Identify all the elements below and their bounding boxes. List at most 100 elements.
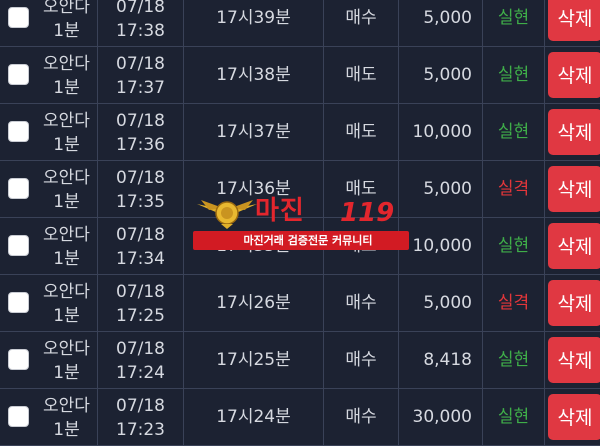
row-checkbox[interactable]	[8, 292, 29, 313]
round-label: 17시25분	[216, 350, 291, 370]
datetime-cell: 07/18 17:37	[98, 47, 184, 104]
row-checkbox[interactable]	[8, 406, 29, 427]
bet-time: 17:24	[116, 363, 165, 383]
delete-cell: 삭제	[545, 332, 600, 389]
game-name: 오안다	[43, 111, 90, 131]
game-name: 오안다	[43, 54, 90, 74]
amount-cell: 5,000	[399, 161, 483, 218]
game-interval: 1분	[53, 135, 80, 155]
pick-label: 매수	[345, 407, 377, 427]
game-cell: 오안다 1분	[36, 47, 98, 104]
delete-button[interactable]: 삭제	[548, 337, 600, 383]
round-label: 17시37분	[216, 122, 291, 142]
delete-button[interactable]: 삭제	[548, 0, 600, 41]
pick-cell: 매도	[324, 104, 399, 161]
game-name: 오안다	[43, 0, 90, 17]
game-interval: 1분	[53, 363, 80, 383]
bet-time: 17:35	[116, 192, 165, 212]
delete-cell: 삭제	[545, 218, 600, 275]
amount-cell: 10,000	[399, 104, 483, 161]
delete-button[interactable]: 삭제	[548, 109, 600, 155]
amount-value: 30,000	[412, 407, 472, 427]
amount-cell: 5,000	[399, 275, 483, 332]
result-cell: 실격	[483, 161, 545, 218]
row-checkbox[interactable]	[8, 7, 29, 28]
delete-cell: 삭제	[545, 47, 600, 104]
delete-button[interactable]: 삭제	[548, 223, 600, 269]
game-name: 오안다	[43, 168, 90, 188]
row-checkbox[interactable]	[8, 64, 29, 85]
datetime-cell: 07/18 17:34	[98, 218, 184, 275]
round-cell: 17시37분	[184, 104, 324, 161]
row-select-cell	[0, 47, 36, 104]
bet-time: 17:38	[116, 21, 165, 41]
result-cell: 실현	[483, 389, 545, 446]
table-row: 오안다 1분 07/18 17:38 17시39분 매수 5,000 실현 삭제	[0, 0, 600, 47]
pick-label: 매수	[345, 293, 377, 313]
result-label: 실격	[497, 179, 530, 199]
round-cell: 17시25분	[184, 332, 324, 389]
game-interval: 1분	[53, 21, 80, 41]
result-label: 실현	[497, 65, 530, 85]
round-cell: 17시26분	[184, 275, 324, 332]
delete-cell: 삭제	[545, 389, 600, 446]
table-row: 오안다 1분 07/18 17:25 17시26분 매수 5,000 실격 삭제	[0, 275, 600, 332]
row-select-cell	[0, 0, 36, 47]
delete-cell: 삭제	[545, 104, 600, 161]
result-cell: 실현	[483, 218, 545, 275]
delete-button[interactable]: 삭제	[548, 166, 600, 212]
row-checkbox[interactable]	[8, 178, 29, 199]
bet-time: 17:23	[116, 420, 165, 440]
result-label: 실현	[497, 407, 530, 427]
result-cell: 실현	[483, 0, 545, 47]
datetime-cell: 07/18 17:36	[98, 104, 184, 161]
round-label: 17시24분	[216, 407, 291, 427]
result-label: 실현	[497, 122, 530, 142]
game-cell: 오안다 1분	[36, 275, 98, 332]
round-label: 17시26분	[216, 293, 291, 313]
game-cell: 오안다 1분	[36, 0, 98, 47]
game-interval: 1분	[53, 306, 80, 326]
bet-date: 07/18	[116, 111, 165, 131]
result-label: 실현	[497, 350, 530, 370]
bet-time: 17:36	[116, 135, 165, 155]
round-label: 17시39분	[216, 8, 291, 28]
datetime-cell: 07/18 17:24	[98, 332, 184, 389]
row-select-cell	[0, 275, 36, 332]
bet-time: 17:37	[116, 78, 165, 98]
delete-button[interactable]: 삭제	[548, 280, 600, 326]
pick-label: 매도	[345, 122, 377, 142]
round-cell: 17시38분	[184, 47, 324, 104]
row-checkbox[interactable]	[8, 349, 29, 370]
watermark: 마진 119 마진거래 검증전문 커뮤니티	[193, 193, 409, 253]
amount-cell: 5,000	[399, 0, 483, 47]
game-name: 오안다	[43, 225, 90, 245]
bet-date: 07/18	[116, 54, 165, 74]
pick-cell: 매도	[324, 47, 399, 104]
delete-cell: 삭제	[545, 0, 600, 47]
amount-cell: 5,000	[399, 47, 483, 104]
pick-label: 매도	[345, 65, 377, 85]
pick-cell: 매수	[324, 332, 399, 389]
game-interval: 1분	[53, 420, 80, 440]
game-name: 오안다	[43, 396, 90, 416]
amount-value: 5,000	[423, 293, 472, 313]
result-label: 실현	[497, 236, 530, 256]
row-checkbox[interactable]	[8, 235, 29, 256]
round-label: 17시38분	[216, 65, 291, 85]
eagle-emblem-icon	[197, 200, 257, 229]
game-cell: 오안다 1분	[36, 104, 98, 161]
delete-button[interactable]: 삭제	[548, 394, 600, 440]
result-cell: 실현	[483, 104, 545, 161]
amount-value: 5,000	[423, 8, 472, 28]
delete-button[interactable]: 삭제	[548, 52, 600, 98]
bet-date: 07/18	[116, 339, 165, 359]
game-interval: 1분	[53, 192, 80, 212]
amount-value: 5,000	[423, 179, 472, 199]
row-checkbox[interactable]	[8, 121, 29, 142]
amount-value: 10,000	[412, 122, 472, 142]
row-select-cell	[0, 218, 36, 275]
row-select-cell	[0, 389, 36, 446]
game-interval: 1분	[53, 78, 80, 98]
amount-cell: 30,000	[399, 389, 483, 446]
